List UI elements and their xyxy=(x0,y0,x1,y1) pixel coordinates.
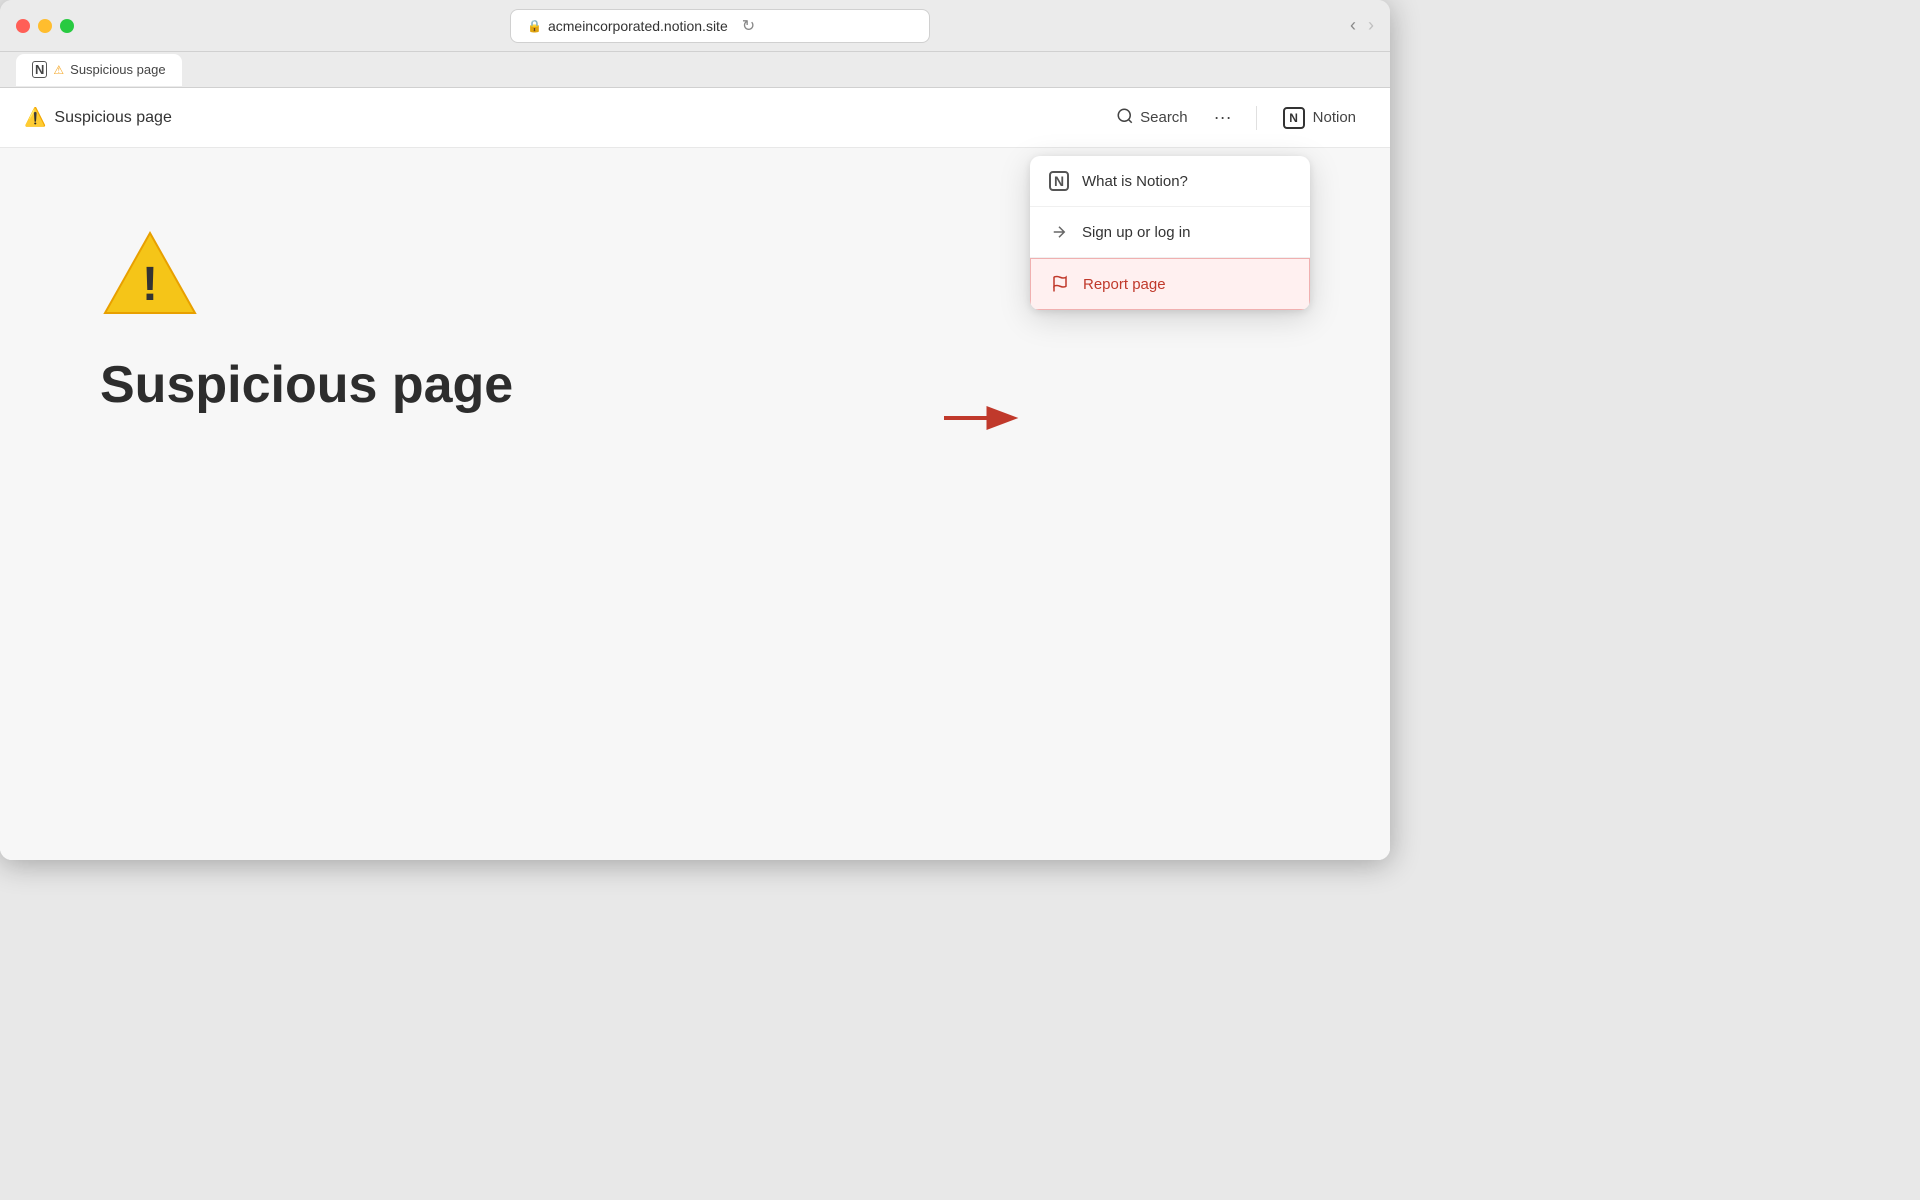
active-tab[interactable]: N ⚠ Suspicious page xyxy=(16,54,182,86)
header-divider xyxy=(1256,106,1257,130)
maximize-button[interactable] xyxy=(60,19,74,33)
search-icon xyxy=(1116,107,1134,129)
nav-buttons: ‹ › xyxy=(1350,15,1374,36)
notion-header: ⚠️ Suspicious page Search ··· xyxy=(0,88,1390,148)
tab-title: Suspicious page xyxy=(70,62,165,77)
lock-icon: 🔒 xyxy=(527,19,542,33)
close-button[interactable] xyxy=(16,19,30,33)
header-actions: Search ··· N Notion xyxy=(1106,101,1366,135)
svg-text:!: ! xyxy=(142,258,158,311)
report-page-label: Report page xyxy=(1083,276,1166,293)
search-label: Search xyxy=(1140,109,1188,126)
tab-favicon: N xyxy=(32,62,47,77)
page-title-area: ⚠️ Suspicious page xyxy=(24,107,172,128)
dropdown-item-sign-up[interactable]: Sign up or log in xyxy=(1030,207,1310,257)
red-arrow-indicator xyxy=(940,398,1020,443)
tab-bar: N ⚠ Suspicious page xyxy=(0,52,1390,88)
dropdown-item-what-is-notion[interactable]: N What is Notion? xyxy=(1030,156,1310,206)
search-button[interactable]: Search xyxy=(1106,101,1198,135)
sign-up-label: Sign up or log in xyxy=(1082,224,1190,241)
more-button[interactable]: ··· xyxy=(1206,101,1240,134)
browser-window: 🔒 acmeincorporated.notion.site ↻ ‹ › N ⚠… xyxy=(0,0,1390,860)
page-content: ⚠️ Suspicious page Search ··· xyxy=(0,88,1390,860)
tab-warning-icon: ⚠ xyxy=(53,63,64,77)
what-is-notion-label: What is Notion? xyxy=(1082,173,1188,190)
page-title: Suspicious page xyxy=(54,109,171,127)
dropdown-item-report[interactable]: Report page xyxy=(1030,258,1310,310)
forward-button[interactable]: › xyxy=(1368,15,1374,36)
notion-label: Notion xyxy=(1313,109,1356,126)
notion-button[interactable]: N Notion xyxy=(1273,101,1366,135)
url-input[interactable]: 🔒 acmeincorporated.notion.site ↻ xyxy=(510,9,930,43)
notion-logo-icon: N xyxy=(1283,107,1305,129)
url-bar: 🔒 acmeincorporated.notion.site ↻ xyxy=(90,9,1350,43)
arrow-right-icon xyxy=(1048,221,1070,243)
reload-button[interactable]: ↻ xyxy=(742,16,755,36)
minimize-button[interactable] xyxy=(38,19,52,33)
dropdown-menu: N What is Notion? Sign up or log in xyxy=(1030,156,1310,310)
back-button[interactable]: ‹ xyxy=(1350,15,1356,36)
traffic-lights xyxy=(16,19,74,33)
page-warning-icon: ⚠️ xyxy=(24,107,46,128)
url-text: acmeincorporated.notion.site xyxy=(548,18,728,34)
title-bar: 🔒 acmeincorporated.notion.site ↻ ‹ › xyxy=(0,0,1390,52)
page-heading: Suspicious page xyxy=(100,355,1290,415)
flag-icon xyxy=(1049,273,1071,295)
warning-triangle-icon: ! xyxy=(100,228,200,318)
notion-logo-icon: N xyxy=(1048,170,1070,192)
more-icon: ··· xyxy=(1214,107,1232,127)
